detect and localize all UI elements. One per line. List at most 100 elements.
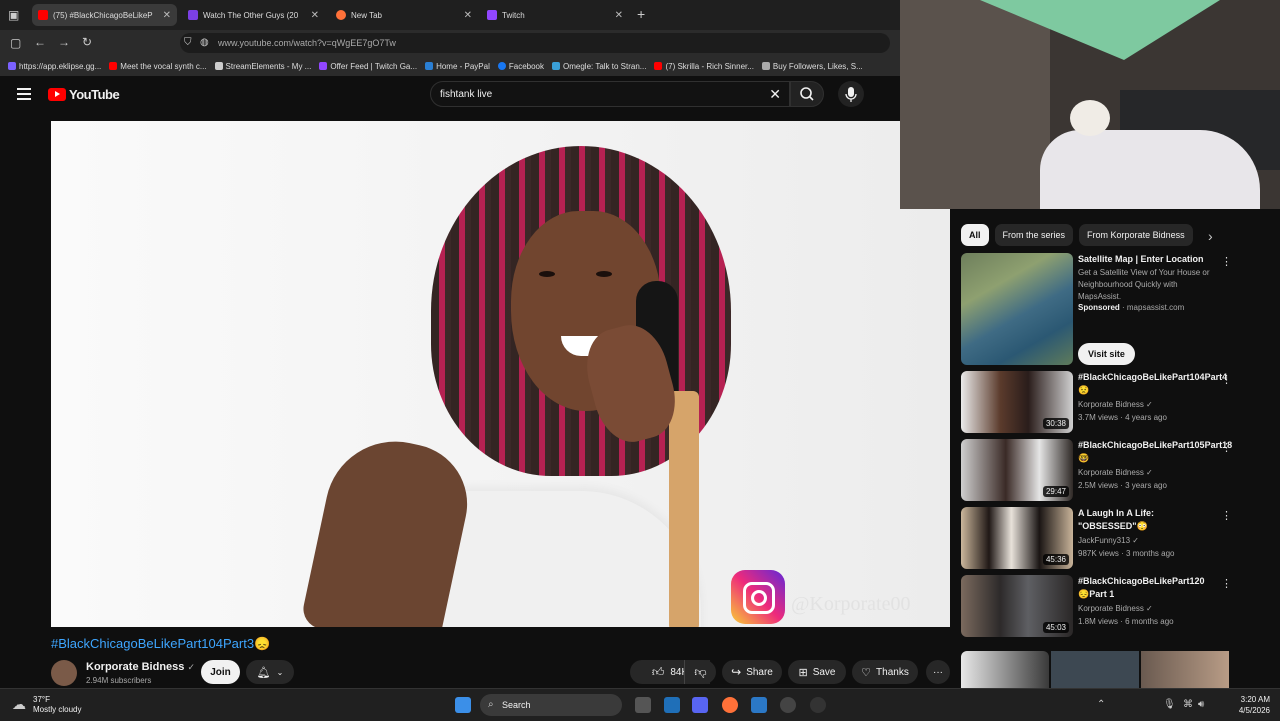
app-icon[interactable] — [751, 697, 767, 713]
more-options-icon[interactable]: ⋮ — [1221, 509, 1232, 522]
search-button[interactable] — [790, 81, 824, 107]
taskbar-search[interactable]: ⌕ Search — [480, 694, 622, 716]
bookmark-buy-followers[interactable]: Buy Followers, Likes, S... — [761, 62, 863, 71]
video-thumbnail[interactable]: 45:03 — [961, 575, 1073, 637]
close-icon[interactable]: ✕ — [615, 10, 623, 21]
weather-condition: Mostly cloudy — [33, 705, 82, 714]
join-button[interactable]: Join — [201, 660, 240, 684]
bookmark-facebook[interactable]: Facebook — [497, 62, 544, 71]
navigation-bar: ▢ ← → ↻ ⛉ ◍ www.youtube.com/watch?v=qWgE… — [0, 30, 900, 56]
dislike-button[interactable]: 👎︎ — [684, 660, 716, 684]
weather-widget[interactable]: 37°F Mostly cloudy — [33, 695, 81, 715]
more-actions-button[interactable]: ··· — [926, 660, 950, 684]
share-icon: ↪ — [731, 665, 742, 679]
bookmark-eklipse[interactable]: https://app.eklipse.gg... — [8, 62, 101, 71]
voice-search-button[interactable] — [838, 81, 864, 107]
video-title[interactable]: #BlackChicagoBeLikePart104Part3😞 — [51, 636, 270, 652]
channel-avatar[interactable] — [51, 660, 77, 686]
chevron-right-icon[interactable]: › — [1208, 229, 1213, 243]
system-clock[interactable]: 3:20 AM 4/5/2026 — [1239, 694, 1270, 716]
network-icon[interactable]: ⌘ — [1183, 699, 1193, 711]
related-video[interactable]: 45:03 #BlackChicagoBeLikePart120😔Part 1 … — [961, 575, 1232, 637]
app-icon[interactable] — [810, 697, 826, 713]
video-duration: 30:38 — [1042, 418, 1069, 429]
microphone-icon[interactable]: 🎙︎ — [1163, 699, 1176, 711]
chevron-up-icon[interactable]: ⌃ — [1097, 699, 1105, 711]
site-info-icon[interactable]: ◍ — [200, 37, 209, 49]
instagram-icon — [731, 570, 785, 624]
search-icon: ⌕ — [488, 699, 494, 710]
youtube-logo[interactable]: YouTube — [48, 87, 120, 102]
share-button[interactable]: ↪ Share — [722, 660, 782, 684]
weather-cloud-icon[interactable]: ☁ — [12, 697, 26, 711]
related-video[interactable]: 30:38 #BlackChicagoBeLikePart104Part4😟 K… — [961, 371, 1232, 433]
video-watermark: @Korporate00 — [791, 593, 911, 615]
tab-actions-icon[interactable]: ▣ — [8, 9, 19, 21]
video-thumbnail[interactable]: 45:36 — [961, 507, 1073, 569]
forward-icon[interactable]: → — [58, 36, 70, 48]
more-options-icon[interactable]: ⋮ — [1221, 441, 1232, 454]
save-button[interactable]: ⊞ Save — [788, 660, 846, 684]
related-video-meta: 3.7M views · 4 years ago — [1078, 413, 1167, 422]
tab-other-guys[interactable]: Watch The Other Guys (20 ✕ — [182, 4, 325, 26]
video-thumbnail[interactable]: 29:47 — [961, 439, 1073, 501]
volume-icon[interactable]: 🔊︎ — [1198, 699, 1204, 711]
related-video[interactable]: 29:47 #BlackChicagoBeLikePart105Part18🤓 … — [961, 439, 1233, 501]
bookmark-skrilla[interactable]: (7) Skrilla - Rich Sinner... — [654, 62, 754, 71]
bookmark-omegle[interactable]: Omegle: Talk to Stran... — [552, 62, 646, 71]
more-options-icon[interactable]: ⋮ — [1221, 255, 1232, 268]
back-icon[interactable]: ← — [34, 36, 46, 48]
search-input[interactable]: fishtank live ✕ — [430, 81, 790, 107]
firefox-favicon-icon — [336, 10, 346, 20]
windows-start-icon[interactable] — [455, 697, 471, 713]
youtube-favicon-icon — [38, 10, 48, 20]
chip-all[interactable]: All — [961, 224, 989, 246]
firefox-app-icon[interactable] — [722, 697, 738, 713]
bookmark-vocal-synth[interactable]: Meet the vocal synth c... — [109, 62, 207, 71]
bookmark-save-icon: ⊞ — [798, 666, 808, 679]
related-video[interactable]: 45:36 A Laugh In A Life: "OBSESSED"😳 Jac… — [961, 507, 1232, 569]
channel-name[interactable]: Korporate Bidness ✓ — [86, 661, 195, 673]
ad-thumbnail[interactable] — [961, 253, 1073, 365]
tab-youtube[interactable]: (75) #BlackChicagoBeLikeP ✕ — [32, 4, 177, 26]
bookmark-paypal[interactable]: Home - PayPal — [425, 62, 490, 71]
related-video-meta: 1.8M views · 6 months ago — [1078, 617, 1174, 626]
reload-icon[interactable]: ↻ — [82, 36, 92, 48]
discord-app-icon[interactable] — [692, 697, 708, 713]
youtube-play-icon — [48, 88, 66, 101]
new-tab-icon[interactable]: + — [637, 7, 645, 21]
tab-new-tab[interactable]: New Tab ✕ — [330, 4, 478, 26]
video-thumbnail[interactable] — [961, 651, 1049, 688]
thumbs-up-icon: 👍︎ — [651, 664, 665, 679]
store-app-icon[interactable] — [664, 697, 680, 713]
visit-site-button[interactable]: Visit site — [1078, 343, 1135, 365]
video-thumbnail[interactable]: 30:38 — [961, 371, 1073, 433]
video-player[interactable]: @Korporate00 — [51, 121, 950, 627]
more-options-icon[interactable]: ⋮ — [1221, 577, 1232, 590]
hamburger-menu-icon[interactable] — [17, 88, 31, 100]
thumbs-down-icon: 👎︎ — [694, 664, 707, 679]
task-view-icon[interactable] — [635, 697, 651, 713]
close-icon[interactable]: ✕ — [163, 10, 171, 21]
obs-app-icon[interactable] — [780, 697, 796, 713]
video-thumbnail[interactable] — [1141, 651, 1229, 688]
sidebar-toggle-icon[interactable]: ▢ — [10, 37, 21, 49]
close-icon[interactable]: ✕ — [464, 10, 472, 21]
sponsored-ad[interactable]: Satellite Map | Enter Location Get a Sat… — [961, 253, 1232, 367]
clear-search-icon[interactable]: ✕ — [769, 86, 781, 103]
video-thumbnail[interactable] — [1051, 651, 1139, 688]
url-field[interactable]: ⛉ ◍ www.youtube.com/watch?v=qWgEE7gO7Tw — [180, 33, 890, 53]
related-video-title: #BlackChicagoBeLikePart105Part18🤓 — [1078, 440, 1233, 463]
more-options-icon[interactable]: ⋮ — [1221, 373, 1232, 386]
bookmark-streamelements[interactable]: StreamElements - My ... — [214, 62, 311, 71]
close-icon[interactable]: ✕ — [311, 10, 319, 21]
ad-title: Satellite Map | Enter Location — [1078, 254, 1204, 264]
chip-from-series[interactable]: From the series — [994, 224, 1074, 246]
thanks-button[interactable]: ♡ Thanks — [852, 660, 918, 684]
notifications-button[interactable]: 🔔︎ ⌄ — [246, 660, 294, 684]
bookmark-offer-feed[interactable]: Offer Feed | Twitch Ga... — [319, 62, 417, 71]
shield-icon[interactable]: ⛉ — [184, 37, 192, 49]
tab-twitch[interactable]: Twitch ✕ — [481, 4, 629, 26]
chip-from-channel[interactable]: From Korporate Bidness — [1079, 224, 1193, 246]
webcam-overlay — [900, 0, 1280, 209]
